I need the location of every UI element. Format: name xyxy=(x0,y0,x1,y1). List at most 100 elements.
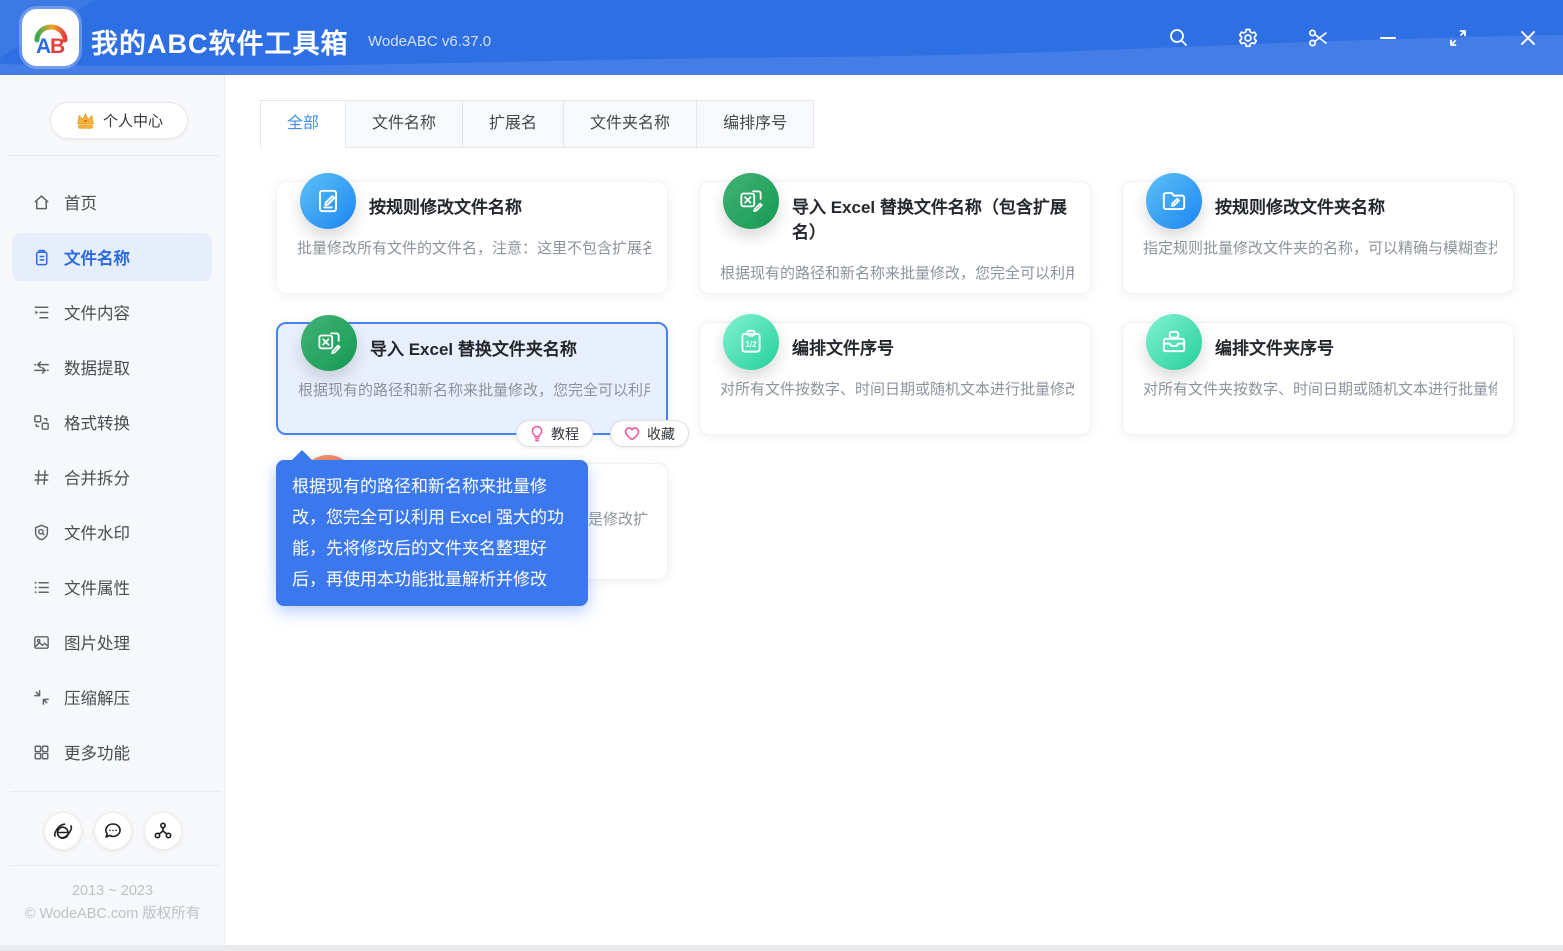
favorite-button[interactable]: 收藏 xyxy=(610,420,689,447)
close-icon[interactable] xyxy=(1511,21,1545,55)
minimize-icon[interactable] xyxy=(1371,21,1405,55)
copyright: 2013 ~ 2023 © WodeABC.com 版权所有 xyxy=(0,880,225,926)
image-icon xyxy=(34,635,49,649)
sidebar-item-file-attr[interactable]: 文件属性 xyxy=(12,563,212,611)
share-network-icon[interactable] xyxy=(143,812,182,850)
feature-card-excel-rename-folders[interactable]: 导入 Excel 替换文件夹名称 根据现有的路径和新名称来批量修改，您完全可以利… xyxy=(276,315,668,435)
tooltip-arrow xyxy=(291,450,313,461)
sidebar-item-label: 合并拆分 xyxy=(64,470,130,488)
excel-import-icon xyxy=(723,173,779,229)
tooltip-text: 根据现有的路径和新名称来批量修改，您完全可以利用 Excel 强大的功能，先将修… xyxy=(292,477,565,589)
file-name-icon xyxy=(35,249,48,265)
watermark-icon xyxy=(34,524,49,540)
window-bottom-edge xyxy=(0,945,1563,951)
feature-card-rename-folders[interactable]: 按规则修改文件夹名称 指定规则批量修改文件夹的名称，可以精确与模糊查找 xyxy=(1122,173,1514,294)
tab-serial[interactable]: 编排序号 xyxy=(696,100,815,148)
sidebar-item-label: 文件内容 xyxy=(64,305,130,323)
sidebar-item-label: 文件名称 xyxy=(64,250,130,268)
sidebar-divider xyxy=(10,865,220,866)
sidebar-divider xyxy=(10,791,220,792)
sidebar-nav: 首页 文件名称 文件内容 数据提取 格式转换 合并拆分 文件水印 文件属性 图片… xyxy=(0,178,224,783)
profile-button-label: 个人中心 xyxy=(102,113,163,130)
sidebar-item-format-convert[interactable]: 格式转换 xyxy=(12,398,212,446)
scissors-icon[interactable] xyxy=(1301,21,1335,55)
excel-import-icon xyxy=(301,315,357,371)
svg-text:B: B xyxy=(50,35,65,58)
card-title: 按规则修改文件名称 xyxy=(369,198,522,217)
ie-browser-icon[interactable] xyxy=(43,812,82,850)
sidebar-item-file-name[interactable]: 文件名称 xyxy=(12,233,212,281)
sidebar-item-label: 格式转换 xyxy=(64,415,130,433)
main-content: 全部 文件名称 扩展名 文件夹名称 编排序号 按规则修改文件名称 批量修改所有文… xyxy=(226,75,1563,951)
card-title: 导入 Excel 替换文件名称（包含扩展名） xyxy=(792,198,1067,242)
sidebar-item-image-process[interactable]: 图片处理 xyxy=(12,618,212,666)
sidebar-item-label: 更多功能 xyxy=(64,745,130,763)
tab-folder-name[interactable]: 文件夹名称 xyxy=(563,100,698,148)
folder-edit-icon xyxy=(1146,173,1202,229)
tab-extension[interactable]: 扩展名 xyxy=(462,100,565,148)
feature-card-serial-folders[interactable]: 编排文件夹序号 对所有文件夹按数字、时间日期或随机文本进行批量修改 xyxy=(1122,314,1514,435)
window-controls xyxy=(1161,0,1545,75)
card-description: 根据现有的路径和新名称来批量修改，您完全可以利用 xyxy=(298,382,650,399)
lightbulb-icon xyxy=(531,425,543,442)
chat-bubble-icon[interactable] xyxy=(93,812,132,850)
tab-file-name[interactable]: 文件名称 xyxy=(345,100,464,148)
sidebar-item-home[interactable]: 首页 xyxy=(12,178,212,226)
card-description: 根据现有的路径和新名称来批量修改，您完全可以利用 xyxy=(720,265,1074,282)
title-bar: A B 我的ABC软件工具箱 WodeABC v6.37.0 xyxy=(0,0,1563,75)
card-description: 指定规则批量修改文件夹的名称，可以精确与模糊查找 xyxy=(1143,240,1497,257)
settings-gear-icon[interactable] xyxy=(1231,21,1265,55)
category-tabs: 全部 文件名称 扩展名 文件夹名称 编排序号 xyxy=(260,100,815,148)
feature-card-rename-files[interactable]: 按规则修改文件名称 批量修改所有文件的文件名，注意：这里不包含扩展名 xyxy=(276,173,668,294)
tutorial-button[interactable]: 教程 xyxy=(516,420,593,447)
card-title: 编排文件夹序号 xyxy=(1215,339,1334,358)
svg-text:1/2: 1/2 xyxy=(745,340,757,349)
feature-card-excel-rename-files[interactable]: 导入 Excel 替换文件名称（包含扩展名） 根据现有的路径和新名称来批量修改，… xyxy=(699,173,1091,294)
format-convert-icon xyxy=(34,414,49,430)
card-tooltip: 根据现有的路径和新名称来批量修改，您完全可以利用 Excel 强大的功能，先将修… xyxy=(276,450,588,606)
serial-folder-icon xyxy=(1146,314,1202,370)
sidebar-item-data-extract[interactable]: 数据提取 xyxy=(12,343,212,391)
edit-file-icon xyxy=(300,173,356,229)
sidebar-item-compress[interactable]: 压缩解压 xyxy=(12,673,212,721)
sidebar-item-label: 数据提取 xyxy=(64,360,130,378)
tutorial-button-label: 教程 xyxy=(551,425,579,442)
card-title: 按规则修改文件夹名称 xyxy=(1215,198,1385,217)
serial-file-icon: 1/2 xyxy=(723,314,779,370)
sidebar-divider xyxy=(10,155,220,156)
card-title: 导入 Excel 替换文件夹名称 xyxy=(370,340,577,359)
sidebar-item-label: 图片处理 xyxy=(64,635,130,653)
copyright-years: 2013 ~ 2023 xyxy=(71,883,154,899)
app-title: 我的ABC软件工具箱 xyxy=(91,29,349,59)
heart-icon xyxy=(624,427,640,441)
search-icon[interactable] xyxy=(1161,21,1195,55)
file-content-icon xyxy=(34,306,49,318)
sidebar-item-file-content[interactable]: 文件内容 xyxy=(12,288,212,336)
svg-text:A: A xyxy=(36,35,51,58)
compress-icon xyxy=(34,689,49,705)
file-attr-icon xyxy=(34,581,49,593)
crown-icon xyxy=(77,112,94,129)
card-title: 编排文件序号 xyxy=(792,339,894,358)
copyright-owner: © WodeABC.com 版权所有 xyxy=(24,906,201,922)
sidebar-item-label: 首页 xyxy=(64,195,97,213)
card-description: 对所有文件按数字、时间日期或随机文本进行批量修改 xyxy=(720,381,1074,398)
feature-card-serial-files[interactable]: 1/2 编排文件序号 对所有文件按数字、时间日期或随机文本进行批量修改 xyxy=(699,314,1091,435)
resize-icon[interactable] xyxy=(1441,21,1475,55)
sidebar-social-row xyxy=(0,812,225,850)
sidebar-item-watermark[interactable]: 文件水印 xyxy=(12,508,212,556)
sidebar-item-more[interactable]: 更多功能 xyxy=(12,728,212,776)
sidebar-item-label: 文件水印 xyxy=(64,525,130,543)
sidebar-item-label: 压缩解压 xyxy=(64,690,130,708)
profile-button[interactable]: 个人中心 xyxy=(50,102,188,139)
sidebar: 个人中心 首页 文件名称 文件内容 数据提取 格式转换 合并拆分 文件水印 文件… xyxy=(0,75,225,951)
card-description: 批量修改所有文件的文件名，注意：这里不包含扩展名 xyxy=(297,240,651,257)
merge-split-icon xyxy=(34,469,49,485)
tab-all[interactable]: 全部 xyxy=(260,100,347,148)
sidebar-item-label: 文件属性 xyxy=(64,580,130,598)
home-icon xyxy=(34,194,49,209)
sidebar-item-merge-split[interactable]: 合并拆分 xyxy=(12,453,212,501)
app-logo: A B xyxy=(22,9,79,66)
data-extract-icon xyxy=(34,360,49,374)
favorite-button-label: 收藏 xyxy=(647,425,675,442)
